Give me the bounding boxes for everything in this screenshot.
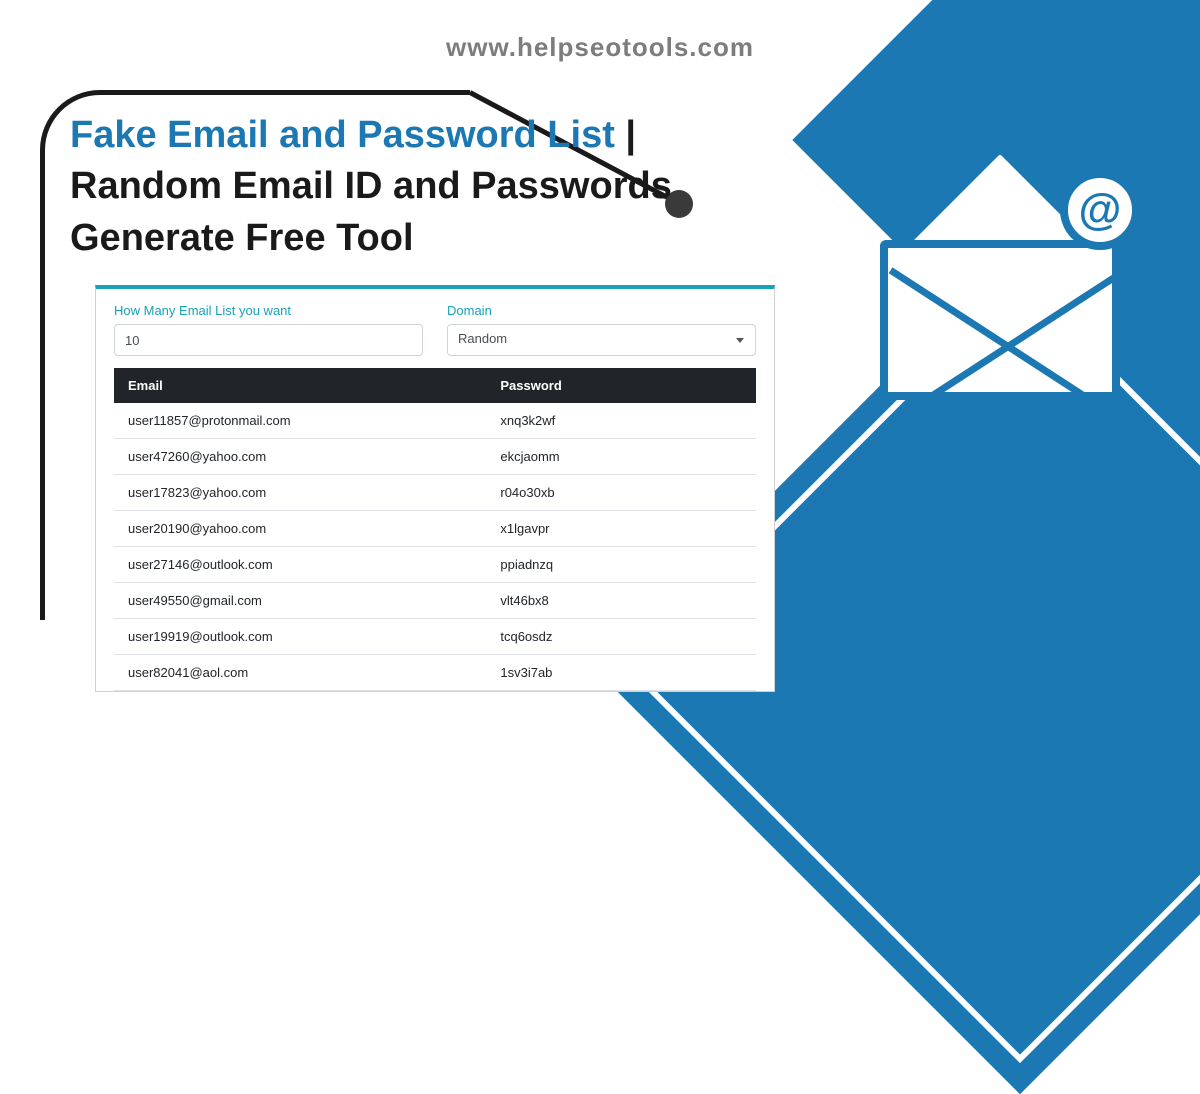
cell-password: ppiadnzq (486, 547, 756, 583)
domain-select[interactable]: Random (447, 324, 756, 356)
cell-email: user49550@gmail.com (114, 583, 486, 619)
cell-password: r04o30xb (486, 475, 756, 511)
page-title: Fake Email and Password List | Random Em… (70, 110, 770, 264)
cell-password: xnq3k2wf (486, 403, 756, 439)
cell-email: user47260@yahoo.com (114, 439, 486, 475)
cell-password: tcq6osdz (486, 619, 756, 655)
cell-password: 1sv3i7ab (486, 655, 756, 691)
cell-email: user27146@outlook.com (114, 547, 486, 583)
cell-email: user11857@protonmail.com (114, 403, 486, 439)
table-row: user47260@yahoo.comekcjaomm (114, 439, 756, 475)
title-highlight: Fake Email and Password List (70, 114, 615, 156)
table-row: user17823@yahoo.comr04o30xb (114, 475, 756, 511)
table-row: user20190@yahoo.comx1lgavpr (114, 511, 756, 547)
table-row: user82041@aol.com1sv3i7ab (114, 655, 756, 691)
cell-password: x1lgavpr (486, 511, 756, 547)
table-header-row: Email Password (114, 368, 756, 403)
table-row: user11857@protonmail.comxnq3k2wf (114, 403, 756, 439)
count-input[interactable] (114, 324, 423, 356)
cell-email: user17823@yahoo.com (114, 475, 486, 511)
domain-label: Domain (447, 303, 756, 318)
cell-email: user82041@aol.com (114, 655, 486, 691)
count-label: How Many Email List you want (114, 303, 423, 318)
at-sign-icon: @ (1060, 170, 1140, 250)
title-line-2b: Generate Free Tool (70, 213, 770, 264)
title-separator: | (615, 114, 636, 156)
cell-email: user20190@yahoo.com (114, 511, 486, 547)
header-email: Email (114, 368, 486, 403)
table-row: user27146@outlook.comppiadnzq (114, 547, 756, 583)
cell-password: vlt46bx8 (486, 583, 756, 619)
table-row: user49550@gmail.comvlt46bx8 (114, 583, 756, 619)
cell-email: user19919@outlook.com (114, 619, 486, 655)
cell-password: ekcjaomm (486, 439, 756, 475)
results-table: Email Password user11857@protonmail.comx… (114, 368, 756, 691)
header-password: Password (486, 368, 756, 403)
table-row: user19919@outlook.comtcq6osdz (114, 619, 756, 655)
title-line-2a: Random Email ID and Passwords (70, 161, 770, 212)
generator-panel: How Many Email List you want Domain Rand… (95, 285, 775, 692)
